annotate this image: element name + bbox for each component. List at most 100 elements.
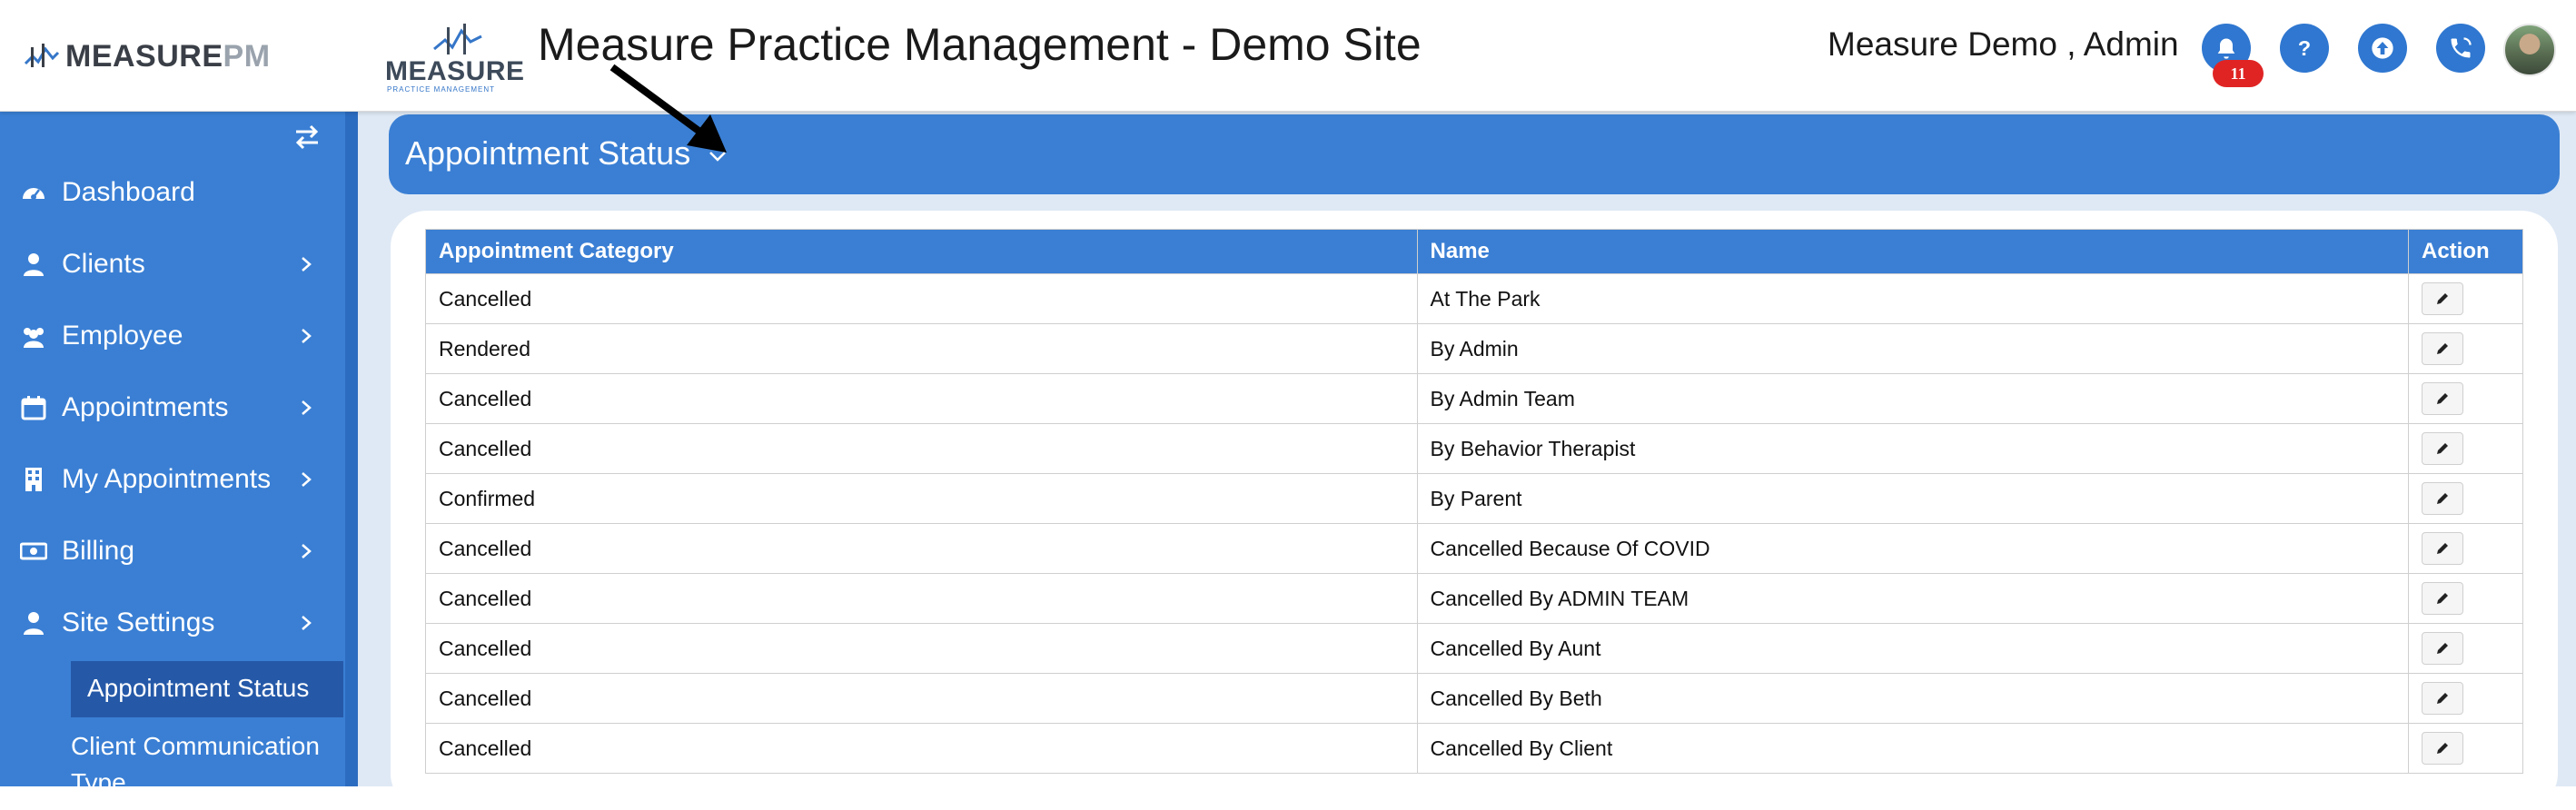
table-row: Cancelled Cancelled By Client: [425, 723, 2523, 774]
help-icon: ?: [2298, 36, 2311, 60]
sidebar-item-dashboard[interactable]: Dashboard: [0, 163, 345, 222]
chevron-right-icon: [302, 257, 312, 272]
sidebar-item-billing[interactable]: Billing: [0, 522, 345, 580]
sidebar-item-label: Billing: [62, 536, 135, 566]
table-header-row: Appointment Category Name Action: [425, 229, 2523, 274]
building-icon: [25, 468, 42, 491]
users-icon: [24, 328, 44, 348]
edit-button[interactable]: [2422, 432, 2463, 465]
cell-category: Cancelled: [425, 673, 1418, 724]
cell-action: [2408, 323, 2523, 374]
cell-category: Cancelled: [425, 273, 1418, 324]
table-row: Cancelled By Behavior Therapist: [425, 423, 2523, 474]
table-row: Cancelled Cancelled By Aunt: [425, 623, 2523, 674]
sidebar-item-label: My Appointments: [62, 464, 272, 494]
annotation-arrow-icon: [609, 64, 727, 153]
sidebar-item-label: Dashboard: [62, 177, 195, 207]
top-header: MEASUREPM MEASURE PRACTICE MANAGEMENT Me…: [0, 0, 2576, 112]
bell-icon: [2217, 38, 2235, 59]
brand-name-accent: PM: [223, 38, 271, 74]
cell-name: Cancelled Because Of COVID: [1416, 523, 2410, 574]
user-icon: [24, 612, 44, 635]
cell-category: Confirmed: [425, 473, 1418, 524]
edit-button[interactable]: [2422, 682, 2463, 715]
cell-action: [2408, 373, 2523, 424]
pencil-icon: [2437, 693, 2448, 704]
cell-name: Cancelled By Beth: [1416, 673, 2410, 724]
edit-button[interactable]: [2422, 532, 2463, 565]
cell-action: [2408, 673, 2523, 724]
table-row: Cancelled By Admin Team: [425, 373, 2523, 424]
cell-category: Cancelled: [425, 373, 1418, 424]
column-header-category[interactable]: Appointment Category: [425, 229, 1418, 274]
edit-button[interactable]: [2422, 382, 2463, 415]
phone-icon: [2451, 37, 2472, 58]
help-button[interactable]: ?: [2280, 24, 2329, 73]
upload-button[interactable]: [2358, 24, 2407, 73]
cell-action: [2408, 523, 2523, 574]
cell-category: Cancelled: [425, 623, 1418, 674]
sidebar-item-clients[interactable]: Clients: [0, 235, 345, 293]
notification-count-badge: 11: [2213, 60, 2264, 87]
chevron-right-icon: [302, 616, 312, 630]
cell-action: [2408, 623, 2523, 674]
user-name[interactable]: Measure Demo , Admin: [1828, 25, 2179, 64]
cell-action: [2408, 423, 2523, 474]
cell-category: Cancelled: [425, 523, 1418, 574]
brand-logo[interactable]: MEASUREPM: [24, 36, 271, 76]
edit-button[interactable]: [2422, 582, 2463, 615]
sidebar-item-appointments[interactable]: Appointments: [0, 379, 345, 437]
avatar[interactable]: [2503, 24, 2556, 76]
sidebar-subitem-appointment-status[interactable]: Appointment Status: [87, 674, 360, 703]
table-row: Cancelled Cancelled Because Of COVID: [425, 523, 2523, 574]
sidebar-subitem-client-communication-type[interactable]: Client Communication Type: [71, 728, 343, 801]
pencil-icon: [2437, 493, 2448, 504]
table-row: Rendered By Admin: [425, 323, 2523, 374]
practice-logo-sub: PRACTICE MANAGEMENT: [387, 85, 496, 94]
column-header-name[interactable]: Name: [1416, 229, 2410, 274]
user-icon: [24, 253, 44, 276]
pencil-icon: [2437, 743, 2448, 754]
chevron-right-icon: [302, 472, 312, 487]
practice-logo-icon: [433, 24, 482, 54]
sidebar-item-my-appointments[interactable]: My Appointments: [0, 450, 345, 509]
money-icon: [20, 542, 47, 560]
cell-action: [2408, 273, 2523, 324]
pencil-icon: [2437, 293, 2448, 304]
cell-name: At The Park: [1416, 273, 2410, 324]
edit-button[interactable]: [2422, 732, 2463, 765]
pencil-icon: [2437, 343, 2448, 354]
sidebar-toggle-icon[interactable]: [292, 123, 322, 151]
practice-logo-word: MEASURE: [385, 56, 525, 86]
measure-logo-icon: [24, 44, 60, 67]
sidebar-item-label: Appointments: [62, 392, 229, 422]
cell-category: Cancelled: [425, 573, 1418, 624]
sidebar-item-employee[interactable]: Employee: [0, 307, 345, 365]
phone-button[interactable]: [2436, 24, 2485, 73]
table-row: Confirmed By Parent: [425, 473, 2523, 524]
cell-name: By Admin Team: [1416, 373, 2410, 424]
pencil-icon: [2437, 643, 2448, 654]
svg-text:?: ?: [2298, 36, 2311, 60]
sidebar-item-site-settings[interactable]: Site Settings: [0, 594, 345, 652]
edit-button[interactable]: [2422, 282, 2463, 315]
pencil-icon: [2437, 543, 2448, 554]
cell-name: Cancelled By Client: [1416, 723, 2410, 774]
edit-button[interactable]: [2422, 632, 2463, 665]
chevron-right-icon: [302, 400, 312, 415]
cell-name: By Parent: [1416, 473, 2410, 524]
edit-button[interactable]: [2422, 332, 2463, 365]
cell-category: Cancelled: [425, 423, 1418, 474]
brand-name-main: MEASURE: [65, 38, 223, 74]
cell-action: [2408, 473, 2523, 524]
sidebar: Dashboard Clients Employee Appointments …: [0, 111, 345, 796]
pencil-icon: [2437, 593, 2448, 604]
appointment-status-table: Appointment Category Name Action Cancell…: [425, 229, 2523, 774]
calendar-icon: [21, 396, 46, 420]
cell-name: Cancelled By Aunt: [1416, 623, 2410, 674]
upload-icon: [2372, 37, 2393, 59]
column-header-action: Action: [2408, 229, 2523, 274]
cell-action: [2408, 573, 2523, 624]
cell-action: [2408, 723, 2523, 774]
edit-button[interactable]: [2422, 482, 2463, 515]
